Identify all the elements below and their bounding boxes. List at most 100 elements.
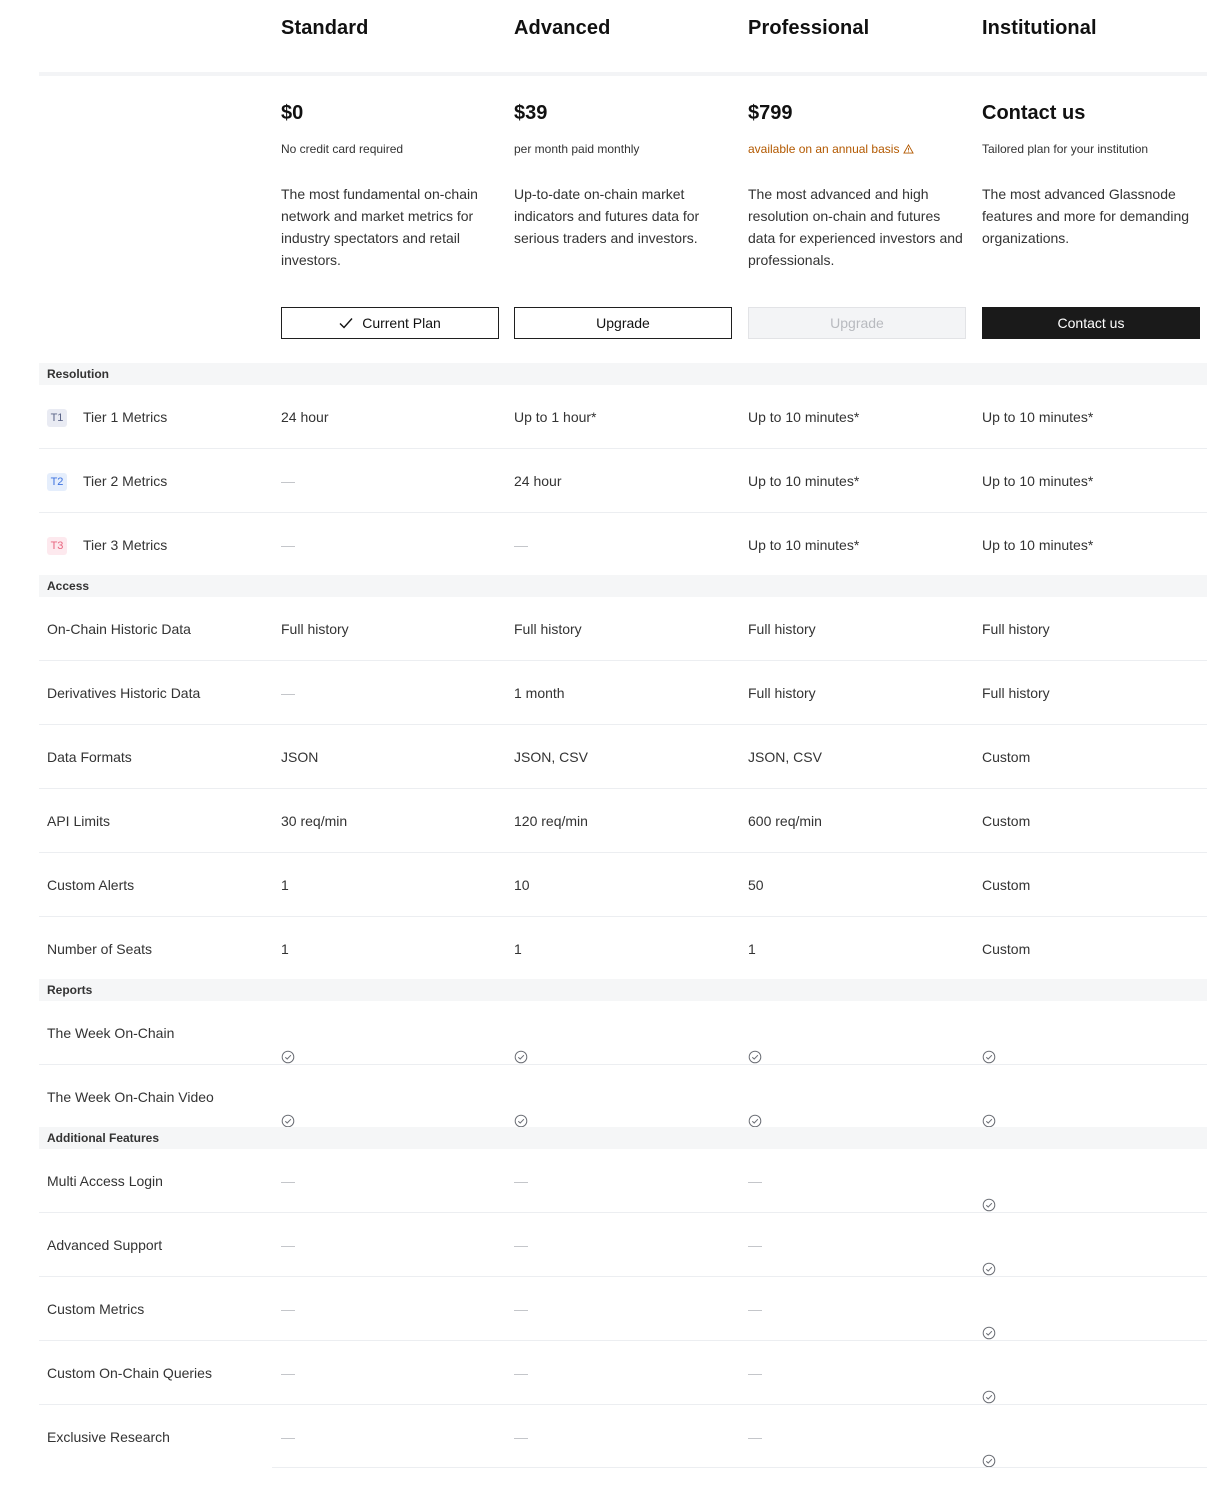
not-included-dash (281, 1149, 499, 1213)
table-row: Custom Metrics (39, 1277, 1207, 1341)
cell-value: Full history (982, 685, 1050, 701)
row-label-text: Number of Seats (47, 941, 153, 957)
table-row: Custom On-Chain Queries (39, 1341, 1207, 1405)
dash-icon (281, 1181, 295, 1183)
table-row: T2 Tier 2 Metrics 24 hour Up to 10 minutes*… (39, 449, 1207, 513)
check-circle-icon (748, 1027, 762, 1064)
not-included-dash (281, 1405, 499, 1469)
dash-icon (748, 1245, 762, 1247)
not-included-dash (748, 1277, 966, 1341)
check-circle-icon (982, 1027, 996, 1064)
cell-value: 1 (514, 941, 522, 957)
check-circle-icon (281, 1027, 295, 1064)
not-included-dash (281, 661, 499, 725)
price-standard: $0 (281, 102, 304, 124)
not-included-dash (748, 1213, 966, 1277)
included-check-icon (281, 1001, 499, 1065)
included-check-icon (982, 1065, 1200, 1129)
row-label-text: On-Chain Historic Data (47, 621, 191, 637)
cell-value: Custom (982, 813, 1031, 829)
tier-badge: T3 (47, 537, 67, 556)
row-label: Multi Access Login (47, 1149, 163, 1213)
row-label: Custom On-Chain Queries (47, 1341, 212, 1405)
cell-value: Custom (982, 877, 1031, 893)
subtitle-professional: available on an annual basis (748, 142, 966, 156)
table-row: Multi Access Login (39, 1149, 1207, 1213)
table-row: Advanced Support (39, 1213, 1207, 1277)
cell-value: Up to 1 hour* (514, 409, 597, 425)
row-label: Advanced Support (47, 1213, 162, 1277)
cell-value: Up to 10 minutes* (982, 473, 1094, 489)
cell-value: JSON (281, 749, 319, 765)
included-check-icon (514, 1065, 732, 1129)
dash-icon (281, 1437, 295, 1439)
cell-value: JSON, CSV (748, 749, 822, 765)
cell-value: Up to 10 minutes* (982, 537, 1094, 553)
cell-value: JSON, CSV (514, 749, 588, 765)
annual-basis-text: available on an annual basis (748, 142, 900, 156)
not-included-dash (281, 1341, 499, 1405)
row-label: The Week On-Chain Video (47, 1065, 214, 1129)
cell-value: Full history (748, 621, 816, 637)
price-advanced: $39 (514, 102, 548, 124)
row-label: T2 Tier 2 Metrics (47, 449, 167, 513)
cell-value: 1 (281, 941, 289, 957)
subtitle-advanced: per month paid monthly (514, 142, 640, 156)
row-label-text: API Limits (47, 813, 111, 829)
not-included-dash (281, 449, 499, 513)
table-row: Custom Alerts 1 10 50 Custom (39, 853, 1207, 917)
row-label-text: Advanced Support (47, 1237, 163, 1253)
table-row: T1 Tier 1 Metrics 24 hour Up to 1 hour* Up t… (39, 385, 1207, 449)
row-label: Number of Seats (47, 917, 152, 981)
table-row: Derivatives Historic Data 1 month Full his… (39, 661, 1207, 725)
dash-icon (514, 1309, 528, 1311)
row-label-text: Custom Alerts (47, 877, 135, 893)
current-plan-label: Current Plan (362, 315, 441, 331)
cell-value: 120 req/min (514, 813, 588, 829)
not-included-dash (281, 1213, 499, 1277)
warning-icon (903, 144, 915, 154)
current-plan-button[interactable]: Current Plan (281, 307, 499, 339)
check-circle-icon (982, 1303, 996, 1340)
included-check-icon (982, 1341, 1200, 1405)
row-label: Custom Metrics (47, 1277, 144, 1341)
table-row: Exclusive Research (39, 1405, 1207, 1469)
contact-us-button[interactable]: Contact us (982, 307, 1200, 339)
not-included-dash (514, 1213, 732, 1277)
cell-value: 600 req/min (748, 813, 822, 829)
cell-value: 1 month (514, 685, 565, 701)
table-bottom-divider (272, 1467, 1207, 1468)
table-row: Number of Seats 1 1 1 Custom (39, 917, 1207, 981)
check-circle-icon (514, 1027, 528, 1064)
section-header: Reports (39, 979, 1207, 1001)
row-label-text: Custom On-Chain Queries (47, 1365, 212, 1381)
row-label-text: Multi Access Login (47, 1173, 163, 1189)
cell-value: 30 req/min (281, 813, 348, 829)
plan-name-advanced: Advanced (514, 17, 611, 39)
row-label-text: Tier 2 Metrics (83, 473, 168, 489)
cell-value: 24 hour (514, 473, 562, 489)
row-label-text: Tier 1 Metrics (83, 409, 168, 425)
check-circle-icon (982, 1091, 996, 1128)
checkmark-icon (339, 318, 353, 329)
cell-value: Up to 10 minutes* (982, 409, 1094, 425)
plan-name-institutional: Institutional (982, 17, 1097, 39)
dash-icon (281, 1245, 295, 1247)
check-circle-icon (514, 1091, 528, 1128)
upgrade-advanced-button[interactable]: Upgrade (514, 307, 732, 339)
cell-value: Up to 10 minutes* (748, 537, 860, 553)
plan-header-row: Standard Advanced Professional Instituti… (39, 0, 1207, 76)
included-check-icon (748, 1001, 966, 1065)
upgrade-professional-button[interactable]: Upgrade (748, 307, 966, 339)
not-included-dash (748, 1149, 966, 1213)
not-included-dash (281, 1277, 499, 1341)
cell-value: Full history (514, 621, 582, 637)
dash-icon (748, 1373, 762, 1375)
cell-value: Up to 10 minutes* (748, 473, 860, 489)
row-label: Custom Alerts (47, 853, 134, 917)
row-label-text: Custom Metrics (47, 1301, 145, 1317)
description-professional: The most advanced and high resolution on… (748, 186, 963, 268)
not-included-dash (514, 513, 732, 577)
dash-icon (748, 1181, 762, 1183)
table-row: On-Chain Historic Data Full history Full h… (39, 597, 1207, 661)
